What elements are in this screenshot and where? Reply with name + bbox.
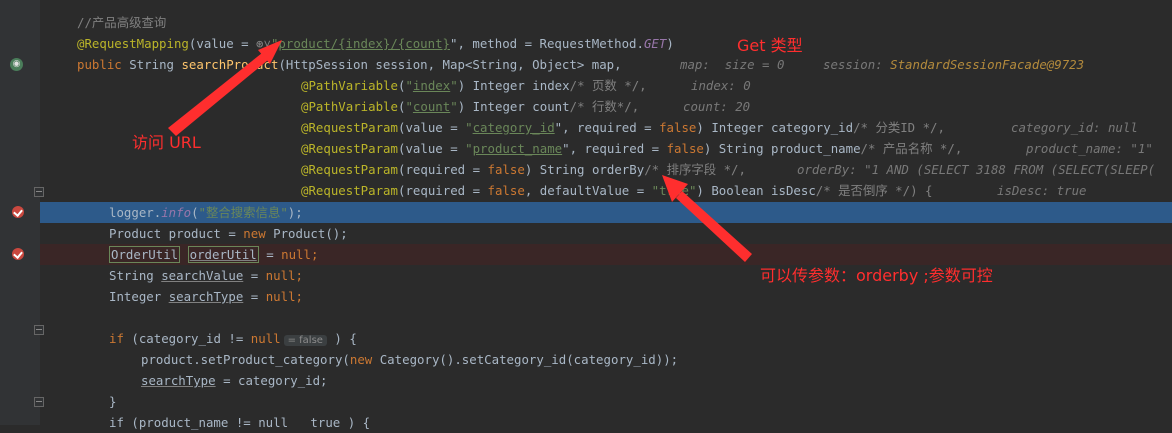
arrow-to-orderby bbox=[676, 191, 752, 262]
annotation-arrows bbox=[168, 40, 752, 262]
annotation-orderby-param: 可以传参数：orderby ;参数可控 bbox=[760, 266, 993, 285]
annotation-get-type: Get 类型 bbox=[737, 36, 803, 55]
annotation-visit-url: 访问 URL bbox=[132, 133, 201, 152]
arrow-to-url bbox=[168, 53, 268, 136]
